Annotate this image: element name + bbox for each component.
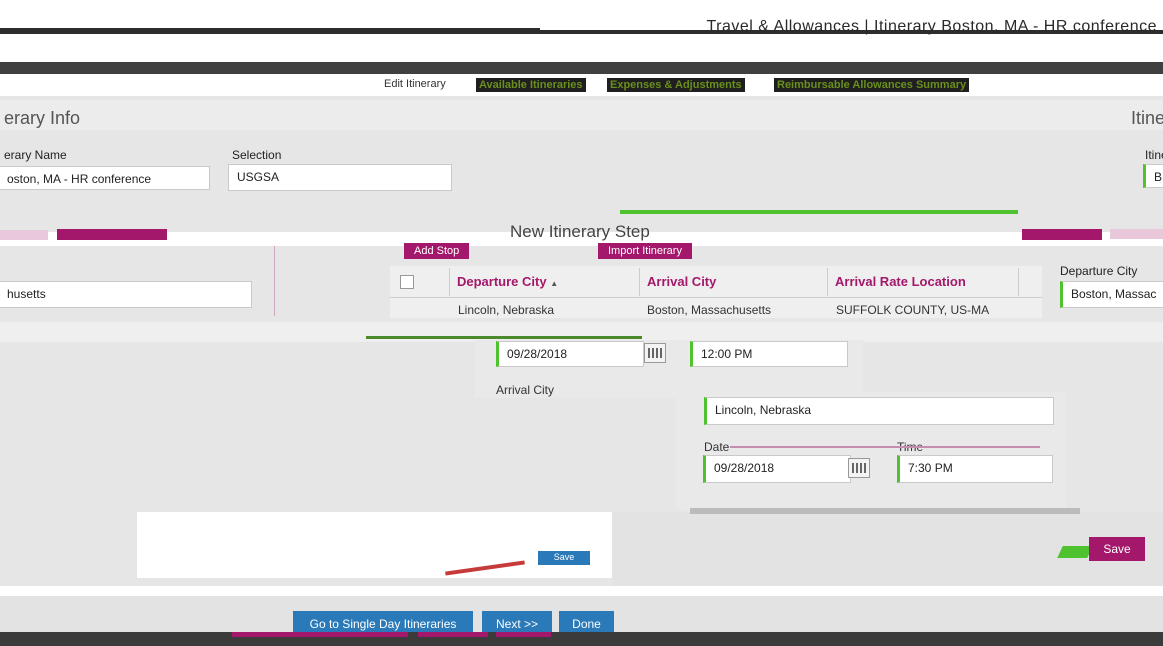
new-step-title: New Itinerary Step xyxy=(510,222,650,241)
arrival-city-label: Arrival City xyxy=(496,383,555,397)
footer-accent xyxy=(232,632,408,637)
save-button[interactable]: Save xyxy=(1089,537,1145,561)
import-itinerary-button[interactable]: Import Itinerary xyxy=(598,243,692,259)
grid-col-divider xyxy=(449,268,450,296)
grid-col-divider xyxy=(639,268,640,296)
itinerary-info-heading: erary Info xyxy=(4,108,81,128)
dialog-bottom-edge xyxy=(690,508,1080,514)
itinerary-right-label: Itine xyxy=(1145,148,1163,162)
departure-time-input[interactable]: 12:00 PM xyxy=(690,341,848,367)
grid-header-departure-label: Departure City xyxy=(457,274,547,289)
sort-ascending-icon: ▲ xyxy=(550,279,559,288)
grid-header-arrival[interactable]: Arrival City xyxy=(647,274,716,289)
calendar-icon[interactable] xyxy=(848,458,870,478)
footer-accent xyxy=(418,632,488,637)
arrival-label-rule xyxy=(730,446,1040,448)
grid-header-rate-location[interactable]: Arrival Rate Location xyxy=(835,274,966,289)
row-divider-band xyxy=(0,322,1163,342)
grid-select-all-checkbox[interactable] xyxy=(400,275,414,289)
toolbar-stub-3 xyxy=(1022,229,1102,240)
section-accent-line xyxy=(366,336,642,339)
right-departure-city-input[interactable]: Boston, Massac xyxy=(1060,281,1163,308)
arrival-date-label: Date xyxy=(704,440,730,454)
tab-available-itineraries[interactable]: Available Itineraries xyxy=(476,78,586,92)
grid-cell-departure: Lincoln, Nebraska xyxy=(458,303,555,317)
grid-col-divider xyxy=(1018,268,1019,296)
right-departure-city-label: Departure City xyxy=(1060,264,1138,278)
grid-cell-rate-location: SUFFOLK COUNTY, US-MA xyxy=(836,303,990,317)
itinerary-name-input[interactable]: oston, MA - HR conference xyxy=(0,166,210,190)
page-title: Travel & Allowances | Itinerary Boston, … xyxy=(706,18,1157,35)
calendar-icon[interactable] xyxy=(644,343,666,363)
grid-header-rule xyxy=(390,297,1042,298)
add-stop-button[interactable]: Add Stop xyxy=(404,243,470,259)
toolbar-stub-1 xyxy=(0,230,48,240)
departure-date-input[interactable]: 09/28/2018 xyxy=(496,341,644,367)
save-small-button[interactable]: Save xyxy=(538,551,590,565)
tab-edit-itinerary[interactable]: Edit Itinerary xyxy=(384,78,446,90)
grid-cell-arrival: Boston, Massachusetts xyxy=(647,303,772,317)
arrival-date-input[interactable]: 09/28/2018 xyxy=(703,455,851,483)
selection-label: Selection xyxy=(232,148,282,162)
selection-input[interactable]: USGSA xyxy=(228,164,452,191)
left-city-input[interactable]: husetts xyxy=(0,281,252,308)
footer-accent xyxy=(496,632,551,637)
tab-allowances-summary[interactable]: Reimbursable Allowances Summary xyxy=(774,78,970,92)
footer-bar xyxy=(0,632,1163,646)
toolbar-stub-4 xyxy=(1110,229,1163,239)
header-underline xyxy=(0,0,540,30)
itinerary-info-heading-right: Itine xyxy=(1131,108,1163,128)
arrival-time-input[interactable]: 7:30 PM xyxy=(897,455,1053,483)
header-shadow-bar xyxy=(0,62,1163,74)
dialog-top-accent xyxy=(620,210,1018,214)
grid-col-divider xyxy=(827,268,828,296)
footer-gap xyxy=(0,586,1163,596)
lower-white-panel xyxy=(137,512,612,578)
grid-header-departure[interactable]: Departure City ▲ xyxy=(457,274,558,289)
itinerary-name-label: erary Name xyxy=(4,148,67,162)
left-panel-divider xyxy=(274,246,275,316)
annotation-arrow-green xyxy=(1057,546,1093,558)
tab-expenses-adjustments[interactable]: Expenses & Adjustments xyxy=(607,78,745,92)
itinerary-info-bar xyxy=(0,100,1163,130)
itinerary-right-input[interactable]: B xyxy=(1143,164,1163,188)
toolbar-stub-2 xyxy=(57,229,167,240)
arrival-city-input[interactable]: Lincoln, Nebraska xyxy=(704,397,1054,425)
